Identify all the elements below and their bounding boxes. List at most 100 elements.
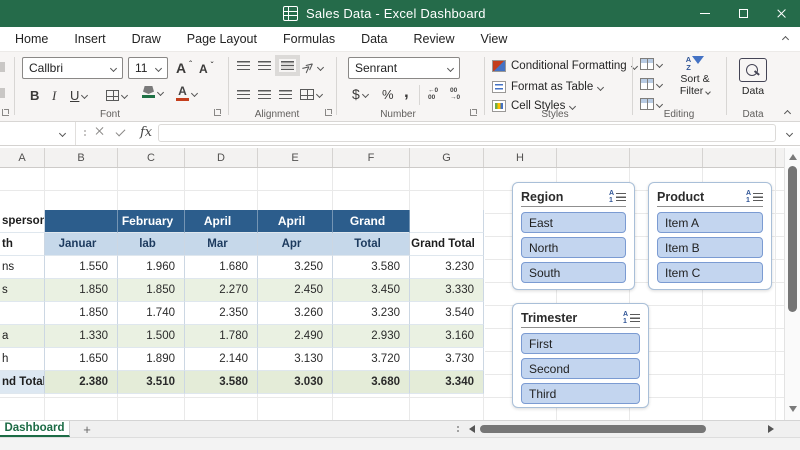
slicer-item-first[interactable]: First bbox=[521, 333, 640, 354]
table-cell[interactable]: Mar bbox=[185, 233, 258, 256]
table-cell[interactable] bbox=[0, 302, 45, 325]
tab-home[interactable]: Home bbox=[2, 27, 61, 52]
scroll-right-icon[interactable] bbox=[768, 425, 774, 433]
formula-input[interactable] bbox=[158, 124, 776, 142]
column-header-h[interactable]: H bbox=[484, 148, 557, 167]
fill-button[interactable] bbox=[640, 78, 664, 90]
table-cell[interactable]: 3.160 bbox=[410, 325, 484, 348]
tab-insert[interactable]: Insert bbox=[61, 27, 118, 52]
slicer-item-north[interactable]: North bbox=[521, 237, 626, 258]
shrink-font-button[interactable]: Aˇ bbox=[199, 61, 213, 77]
table-cell[interactable]: 2.490 bbox=[258, 325, 333, 348]
align-right-button[interactable] bbox=[279, 90, 292, 99]
table-cell[interactable]: 3.680 bbox=[333, 371, 410, 394]
table-cell[interactable]: s bbox=[0, 279, 45, 302]
column-header-k[interactable] bbox=[703, 148, 776, 167]
tab-page-layout[interactable]: Page Layout bbox=[174, 27, 270, 52]
vertical-scrollbar-thumb[interactable] bbox=[788, 166, 797, 312]
table-cell[interactable]: 1.850 bbox=[45, 302, 118, 325]
table-cell[interactable]: 2.450 bbox=[258, 279, 333, 302]
add-sheet-button[interactable]: + bbox=[78, 421, 96, 437]
slicer-item-second[interactable]: Second bbox=[521, 358, 640, 379]
table-cell[interactable]: 1.500 bbox=[118, 325, 185, 348]
column-header-f[interactable]: F bbox=[333, 148, 410, 167]
name-box[interactable] bbox=[0, 122, 76, 145]
align-top-button[interactable] bbox=[237, 61, 250, 70]
table-cell[interactable]: 1.740 bbox=[118, 302, 185, 325]
font-dialog-launcher-icon[interactable] bbox=[214, 109, 221, 116]
autosum-button[interactable] bbox=[640, 58, 664, 70]
tab-view[interactable]: View bbox=[467, 27, 520, 52]
maximize-button[interactable] bbox=[724, 0, 762, 27]
slicer-item-item-c[interactable]: Item C bbox=[657, 262, 763, 283]
slicer-trimester[interactable]: Trimester A1 First Second Third bbox=[512, 303, 649, 408]
table-cell[interactable]: February bbox=[118, 210, 185, 233]
horizontal-scrollbar-thumb[interactable] bbox=[480, 425, 706, 433]
table-cell[interactable]: 2.350 bbox=[185, 302, 258, 325]
table-cell[interactable]: th bbox=[0, 233, 45, 256]
fill-color-button[interactable] bbox=[142, 86, 165, 98]
slicer-product[interactable]: Product A1 Item A Item B Item C bbox=[648, 182, 772, 290]
chevron-up-icon[interactable] bbox=[781, 35, 790, 44]
tab-data[interactable]: Data bbox=[348, 27, 400, 52]
column-header-a[interactable]: A bbox=[0, 148, 45, 167]
data-button[interactable]: Data bbox=[730, 58, 776, 97]
table-cell[interactable]: Total bbox=[333, 233, 410, 256]
table-cell[interactable]: lab bbox=[118, 233, 185, 256]
column-header-b[interactable]: B bbox=[45, 148, 118, 167]
column-header-d[interactable]: D bbox=[185, 148, 258, 167]
table-cell[interactable]: 3.450 bbox=[333, 279, 410, 302]
slicer-region[interactable]: Region A1 East North South bbox=[512, 182, 635, 290]
table-cell[interactable]: 3.250 bbox=[258, 256, 333, 279]
table-cell[interactable]: 3.340 bbox=[410, 371, 484, 394]
table-cell[interactable]: sperson bbox=[0, 210, 45, 233]
increase-decimal-button[interactable]: ←0 00 bbox=[428, 87, 438, 102]
italic-button[interactable]: I bbox=[52, 88, 56, 104]
table-cell[interactable]: April bbox=[258, 210, 333, 233]
table-cell[interactable]: 3.260 bbox=[258, 302, 333, 325]
table-cell[interactable]: 3.580 bbox=[185, 371, 258, 394]
table-cell[interactable]: 3.330 bbox=[410, 279, 484, 302]
sort-filter-button[interactable]: AZ Sort & Filter bbox=[672, 56, 718, 97]
table-cell[interactable]: 3.230 bbox=[410, 256, 484, 279]
table-cell[interactable]: 3.540 bbox=[410, 302, 484, 325]
column-header-c[interactable]: C bbox=[118, 148, 185, 167]
align-bottom-button[interactable] bbox=[275, 55, 300, 76]
table-cell[interactable]: 3.230 bbox=[333, 302, 410, 325]
close-button[interactable] bbox=[762, 0, 800, 27]
conditional-formatting-button[interactable]: Conditional Formatting bbox=[492, 60, 638, 72]
multi-select-filter-icon[interactable]: A1 bbox=[609, 190, 626, 204]
table-cell[interactable]: 3.130 bbox=[258, 348, 333, 371]
accounting-format-button[interactable]: $ bbox=[352, 86, 369, 102]
table-cell[interactable]: 1.780 bbox=[185, 325, 258, 348]
table-cell[interactable]: 1.890 bbox=[118, 348, 185, 371]
table-cell[interactable]: 2.930 bbox=[333, 325, 410, 348]
comma-style-button[interactable]: , bbox=[404, 82, 409, 102]
minimize-button[interactable] bbox=[686, 0, 724, 27]
font-name-combobox[interactable]: Callbri bbox=[22, 57, 123, 79]
slicer-item-third[interactable]: Third bbox=[521, 383, 640, 404]
column-header-i[interactable] bbox=[557, 148, 630, 167]
table-cell[interactable]: 1.550 bbox=[45, 256, 118, 279]
tab-formulas[interactable]: Formulas bbox=[270, 27, 348, 52]
table-cell[interactable]: 1.680 bbox=[185, 256, 258, 279]
table-cell[interactable]: a bbox=[0, 325, 45, 348]
table-cell[interactable]: Januar bbox=[45, 233, 118, 256]
collapse-ribbon-icon[interactable] bbox=[783, 109, 792, 118]
slicer-item-south[interactable]: South bbox=[521, 262, 626, 283]
font-size-combobox[interactable]: 11 bbox=[128, 57, 168, 79]
slicer-item-item-a[interactable]: Item A bbox=[657, 212, 763, 233]
multi-select-filter-icon[interactable]: A1 bbox=[746, 190, 763, 204]
table-cell[interactable]: nd Total bbox=[0, 371, 45, 394]
column-header-e[interactable]: E bbox=[258, 148, 333, 167]
table-cell[interactable]: 1.850 bbox=[45, 279, 118, 302]
number-format-combobox[interactable]: Senrant bbox=[348, 57, 460, 79]
table-cell[interactable]: 1.330 bbox=[45, 325, 118, 348]
table-cell[interactable]: 3.030 bbox=[258, 371, 333, 394]
table-cell[interactable]: Grand Total bbox=[410, 233, 484, 256]
insert-function-button[interactable]: fx bbox=[140, 125, 152, 140]
column-header-j[interactable] bbox=[630, 148, 703, 167]
alignment-dialog-launcher-icon[interactable] bbox=[325, 109, 332, 116]
table-cell[interactable]: 2.270 bbox=[185, 279, 258, 302]
table-cell[interactable]: h bbox=[0, 348, 45, 371]
